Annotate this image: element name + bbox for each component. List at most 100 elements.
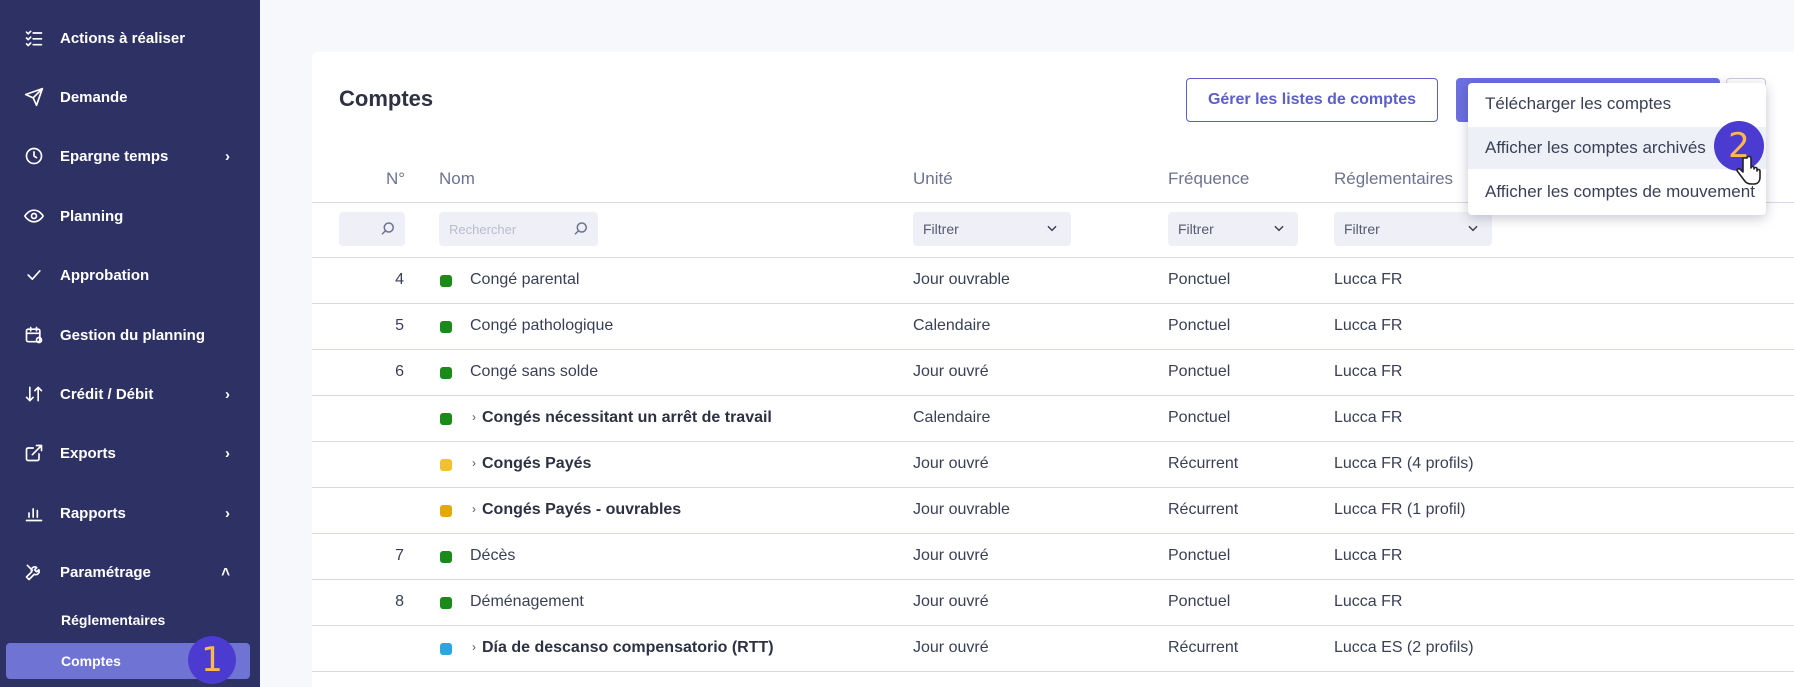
row-number: 5 — [395, 317, 404, 334]
row-regulation: Lucca FR — [1334, 317, 1403, 334]
row-name[interactable]: Congé parental — [470, 271, 579, 289]
row-name[interactable]: Décès — [470, 547, 515, 565]
bar-chart-icon — [22, 501, 46, 525]
row-regulation: Lucca ES (2 profils) — [1334, 639, 1474, 656]
expand-caret-icon[interactable]: › — [472, 456, 476, 470]
column-header-unit[interactable]: Unité — [913, 169, 953, 189]
row-unit: Jour ouvré — [913, 455, 989, 472]
row-frequency: Récurrent — [1168, 455, 1239, 472]
chevron-right-icon: › — [225, 385, 230, 403]
sidebar-subitem-label: Réglementaires — [61, 612, 166, 628]
sidebar-item-label: Actions à réaliser — [60, 29, 186, 47]
sidebar-item-demande[interactable]: Demande — [0, 77, 260, 117]
filter-label: Filtrer — [1344, 221, 1380, 237]
sidebar-item-rapports[interactable]: Rapports › — [0, 493, 260, 533]
row-name[interactable]: Congés Payés — [482, 455, 591, 473]
sidebar-item-planning[interactable]: Planning — [0, 196, 260, 236]
row-regulation: Lucca FR — [1334, 409, 1403, 426]
table-row[interactable]: 5 Congé pathologique Calendaire Ponctuel Luc… — [312, 304, 1794, 350]
table-row[interactable]: › Congés nécessitant un arrêt de travail C… — [312, 396, 1794, 442]
row-unit: Jour ouvré — [913, 639, 989, 656]
row-name[interactable]: Déménagement — [470, 593, 584, 611]
eye-icon — [22, 204, 46, 228]
row-frequency: Ponctuel — [1168, 409, 1231, 426]
row-name[interactable]: Congé sans solde — [470, 363, 598, 381]
table-row[interactable]: › Congés Payés - ouvrables Jour ouvrable Ré… — [312, 488, 1794, 534]
expand-caret-icon[interactable]: › — [472, 410, 476, 424]
sidebar-item-label: Demande — [60, 88, 128, 106]
row-unit: Jour ouvré — [913, 593, 989, 610]
search-placeholder: Rechercher — [449, 221, 517, 237]
chevron-down-icon — [1274, 225, 1284, 232]
row-frequency: Ponctuel — [1168, 547, 1231, 564]
sidebar-item-label: Gestion du planning — [60, 326, 205, 344]
calendar-gear-icon — [22, 323, 46, 347]
row-number: 8 — [395, 593, 404, 610]
table-row[interactable]: › Día de descanso compensatorio (RTT) Jour… — [312, 626, 1794, 672]
clock-icon — [22, 144, 46, 168]
menu-item-show-movement[interactable]: Afficher les comptes de mouvement — [1468, 171, 1766, 213]
row-unit: Jour ouvrable — [913, 501, 1010, 518]
row-regulation: Lucca FR — [1334, 547, 1403, 564]
row-number: 4 — [395, 271, 404, 288]
tools-icon — [22, 560, 46, 584]
row-number: 6 — [395, 363, 404, 380]
column-header-frequency[interactable]: Fréquence — [1168, 169, 1249, 189]
filter-label: Filtrer — [923, 221, 959, 237]
chevron-right-icon: › — [225, 147, 230, 165]
sidebar-item-credit-debit[interactable]: Crédit / Débit › — [0, 374, 260, 414]
row-name[interactable]: Congé pathologique — [470, 317, 613, 335]
row-name[interactable]: Congés Payés - ouvrables — [482, 501, 681, 519]
column-header-name[interactable]: Nom — [439, 169, 475, 189]
row-name[interactable]: Congés nécessitant un arrêt de travail — [482, 409, 772, 427]
sidebar-item-label: Epargne temps — [60, 147, 169, 165]
search-icon — [381, 222, 394, 235]
expand-caret-icon[interactable]: › — [472, 502, 476, 516]
search-input[interactable]: Rechercher — [439, 212, 598, 246]
sidebar: Actions à réaliser Demande Epargne temps… — [0, 0, 260, 687]
column-header-regulation[interactable]: Réglementaires — [1334, 169, 1453, 189]
row-regulation: Lucca FR — [1334, 271, 1403, 288]
row-frequency: Ponctuel — [1168, 363, 1231, 380]
color-indicator — [440, 367, 452, 379]
color-indicator — [440, 551, 452, 563]
checklist-icon — [22, 26, 46, 50]
chevron-down-icon — [1468, 225, 1478, 232]
table-row[interactable]: › Congés Payés Jour ouvré Récurrent Lucca FR… — [312, 442, 1794, 488]
step-badge-1: 1 — [188, 636, 236, 684]
menu-item-download-accounts[interactable]: Télécharger les comptes — [1468, 83, 1766, 125]
arrows-updown-icon — [22, 382, 46, 406]
table-row[interactable]: 8 Déménagement Jour ouvré Ponctuel Lucca FR — [312, 580, 1794, 626]
sidebar-item-exports[interactable]: Exports › — [0, 433, 260, 473]
sidebar-subitem-reglementaires[interactable]: Réglementaires — [0, 602, 260, 638]
table-row[interactable]: 6 Congé sans solde Jour ouvré Ponctuel Lucca… — [312, 350, 1794, 396]
chevron-right-icon: › — [225, 504, 230, 522]
frequency-filter-select[interactable]: Filtrer — [1168, 212, 1298, 246]
unit-filter-select[interactable]: Filtrer — [913, 212, 1071, 246]
color-indicator — [440, 459, 452, 471]
row-name[interactable]: Día de descanso compensatorio (RTT) — [482, 639, 774, 657]
sidebar-item-actions[interactable]: Actions à réaliser — [0, 18, 260, 58]
table-row[interactable]: 4 Congé parental Jour ouvrable Ponctuel Lucc… — [312, 258, 1794, 304]
check-icon — [22, 263, 46, 287]
row-unit: Jour ouvré — [913, 547, 989, 564]
regulation-filter-select[interactable]: Filtrer — [1334, 212, 1492, 246]
row-regulation: Lucca FR — [1334, 593, 1403, 610]
sidebar-item-parametrage[interactable]: Paramétrage ˄ — [0, 552, 260, 592]
sidebar-item-label: Crédit / Débit — [60, 385, 154, 403]
manage-lists-button[interactable]: Gérer les listes de comptes — [1186, 78, 1438, 122]
sidebar-item-gestion-planning[interactable]: Gestion du planning — [0, 315, 260, 355]
color-indicator — [440, 413, 452, 425]
column-header-num[interactable]: N° — [386, 169, 405, 189]
expand-caret-icon[interactable]: › — [472, 640, 476, 654]
filter-label: Filtrer — [1178, 221, 1214, 237]
sidebar-item-approbation[interactable]: Approbation — [0, 255, 260, 295]
num-filter-input[interactable] — [339, 212, 405, 246]
table-row[interactable]: 7 Décès Jour ouvré Ponctuel Lucca FR — [312, 534, 1794, 580]
sidebar-item-epargne-temps[interactable]: Epargne temps › — [0, 136, 260, 176]
row-frequency: Ponctuel — [1168, 593, 1231, 610]
sidebar-item-label: Exports — [60, 444, 116, 462]
row-frequency: Ponctuel — [1168, 271, 1231, 288]
chevron-right-icon: › — [225, 444, 230, 462]
external-link-icon — [22, 441, 46, 465]
